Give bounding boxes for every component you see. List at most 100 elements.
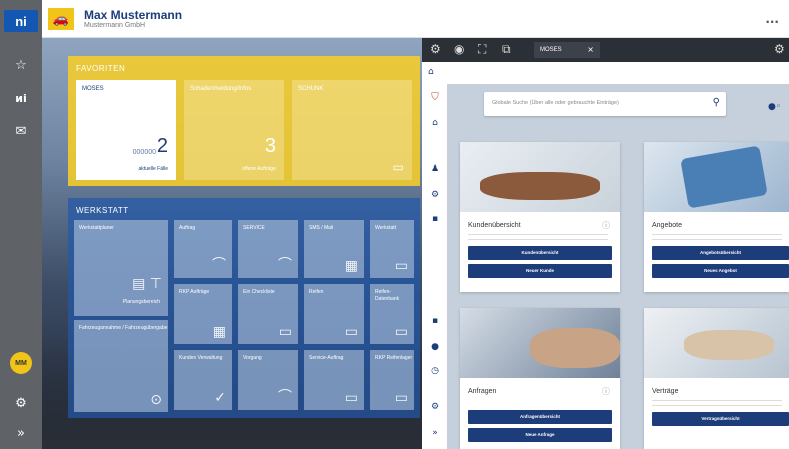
- neue-anfrage-button[interactable]: Neue Anfrage: [468, 428, 612, 442]
- werkstatt-tile[interactable]: Reifen-Datenbank ▭: [370, 284, 414, 344]
- ni-icon[interactable]: ᴎi: [0, 92, 42, 105]
- global-search: Globale Suche (Über alle oder gebrauchte…: [484, 92, 726, 116]
- werkstatt-tile[interactable]: SMS / Mail ▦: [304, 220, 364, 278]
- werkstatt-title: WERKSTATT: [76, 206, 129, 215]
- tile-icon: ▭: [344, 390, 358, 406]
- star-icon[interactable]: ☆: [0, 58, 42, 73]
- tile-icon: ▭: [394, 258, 408, 274]
- tile-title: Werkstatt: [375, 225, 397, 231]
- tab-label: MOSES: [540, 47, 562, 53]
- werkstatt-tile[interactable]: Reifen ▭: [304, 284, 364, 344]
- werkstatt-tile[interactable]: Ein Checkliste ▭: [238, 284, 298, 344]
- kundenuebersicht-button[interactable]: Kundenübersicht: [468, 246, 612, 260]
- tile-icon: ▭: [344, 324, 358, 340]
- tile-icon: ▭: [394, 324, 408, 340]
- clock-icon[interactable]: ◷: [422, 366, 448, 376]
- favorite-tile-moses[interactable]: MOSES 000000 2 aktuelle Fälle: [76, 80, 176, 180]
- laptop-image: [460, 308, 620, 378]
- info-icon[interactable]: ◉: [454, 42, 464, 56]
- settings-icon[interactable]: ⚙: [430, 42, 441, 56]
- tile-title: Auftrag: [179, 225, 196, 231]
- mail-icon[interactable]: ✉: [0, 124, 42, 139]
- card-description: [652, 234, 782, 240]
- werkstatt-tile[interactable]: Werkstatt ▭: [370, 220, 414, 278]
- help-icon[interactable]: ⓘ: [602, 386, 610, 397]
- left-rail: ni ☆ ᴎi ✉ MM ⚙ »: [0, 0, 42, 449]
- neues-angebot-button[interactable]: Neues Angebot: [652, 264, 789, 278]
- tile-title: Service-Auftrag: [309, 355, 344, 361]
- user-name: Max Mustermann: [84, 8, 183, 22]
- folder-icon[interactable]: ▪: [422, 316, 448, 326]
- werkstatt-tile[interactable]: Service-Auftrag ▭: [304, 350, 364, 410]
- tile-count: 3: [264, 135, 276, 157]
- tile-title: RKP Reifenlager: [375, 355, 413, 361]
- werkstatt-tile[interactable]: Werkstattplaner ▤ ⊤ Planungsbereich: [74, 220, 168, 316]
- neuer-kunde-button[interactable]: Neuer Kunde: [468, 264, 612, 278]
- expand-icon[interactable]: »: [0, 426, 42, 441]
- gear-icon[interactable]: ⚙: [422, 190, 448, 200]
- help-icon[interactable]: ⓘ: [602, 220, 610, 231]
- tile-title: SMS / Mail: [309, 225, 334, 231]
- search-icon[interactable]: ⚲: [713, 97, 720, 108]
- werkstatt-tile[interactable]: Vorgang ⌒: [238, 350, 298, 410]
- favorite-tile-schunk[interactable]: SCHUNK ▭: [292, 80, 412, 180]
- tile-title: Fahrzeugannahme / Fahrzeugübergabe: [79, 325, 168, 331]
- card-kundenuebersicht: Kundenübersicht ⓘ Kundenübersicht Neuer …: [460, 142, 620, 292]
- settings-icon[interactable]: ⚙: [422, 402, 448, 412]
- app-logo[interactable]: ni: [4, 10, 38, 32]
- gear-icon[interactable]: ⚙: [0, 396, 42, 411]
- tile-title: Kunden Verwaltung: [179, 355, 223, 361]
- vertragsuebersicht-button[interactable]: Vertragsübersicht: [652, 412, 789, 426]
- card-title: Anfragen: [468, 388, 497, 395]
- tile-icon: ✓: [214, 390, 226, 406]
- person-icon[interactable]: ♟: [422, 164, 448, 174]
- werkstatt-tile[interactable]: Auftrag ⌒: [174, 220, 232, 278]
- home-icon[interactable]: ⌂: [422, 118, 448, 128]
- tile-icon: ⌒: [278, 389, 292, 405]
- tile-title: MOSES: [82, 86, 104, 92]
- werkstatt-tile[interactable]: RKP Reifenlager ▭: [370, 350, 414, 410]
- tile-title: RKP Aufträge: [179, 289, 210, 295]
- close-icon[interactable]: ×: [587, 45, 594, 54]
- tile-title: SCHUNK: [298, 86, 324, 92]
- top-bar: 🚗 Max Mustermann Mustermann GmbH ...: [42, 0, 789, 38]
- tab-moses[interactable]: MOSES ×: [534, 42, 600, 58]
- tile-icon: ▭: [394, 390, 408, 406]
- tile-icon: ⊙: [150, 392, 162, 408]
- werkstatt-tile[interactable]: SERVICE ⌒: [238, 220, 298, 278]
- company-name: Mustermann GmbH: [84, 22, 146, 29]
- werkstatt-tile[interactable]: Kunden Verwaltung ✓: [174, 350, 232, 410]
- werkstatt-tile[interactable]: Fahrzeugannahme / Fahrzeugübergabe ⊙: [74, 320, 168, 412]
- tile-title: Reifen-Datenbank: [375, 289, 400, 302]
- card-description: [468, 234, 608, 240]
- tile-icon: ⌒: [278, 257, 292, 273]
- handshake-image: [460, 142, 620, 212]
- tile-title: SERVICE: [243, 225, 265, 231]
- favorite-tile-schaden[interactable]: Schadenmeldung/Infos 3 offene Aufträge: [184, 80, 284, 180]
- external-link-icon[interactable]: ⧉: [502, 42, 511, 57]
- more-icon[interactable]: ...: [765, 12, 779, 26]
- search-input[interactable]: Globale Suche (Über alle oder gebrauchte…: [492, 100, 619, 106]
- tile-title: Ein Checkliste: [243, 289, 275, 295]
- card-vertraege: Verträge Vertragsübersicht: [644, 308, 789, 449]
- angebotsuebersicht-button[interactable]: Angebotsübersicht: [652, 246, 789, 260]
- gear-icon[interactable]: ⚙: [774, 42, 785, 56]
- document-icon[interactable]: ▪: [422, 214, 448, 224]
- expand-icon[interactable]: »: [422, 428, 448, 438]
- tile-icon: ⌒: [212, 257, 226, 273]
- toggle-icon[interactable]: ●◦: [768, 102, 781, 112]
- tile-subtitle: Planungsbereich: [122, 299, 160, 305]
- car-icon[interactable]: 🚗: [48, 8, 74, 30]
- werkstatt-tile[interactable]: RKP Aufträge ▦: [174, 284, 232, 344]
- tile-title: Reifen: [309, 289, 324, 295]
- card-anfragen: Anfragen ⓘ Anfragenübersicht Neue Anfrag…: [460, 308, 620, 449]
- fullscreen-icon[interactable]: ⛶: [478, 42, 486, 57]
- pin-icon[interactable]: ●: [422, 342, 448, 352]
- tile-subtitle: offene Aufträge: [242, 166, 276, 172]
- shield-icon[interactable]: ⛉: [422, 92, 448, 103]
- panel-sidebar: ⛉ ⌂ ♟ ⚙ ▪ ▪ ● ◷ ⚙ »: [422, 84, 448, 449]
- anfragenuebersicht-button[interactable]: Anfragenübersicht: [468, 410, 612, 424]
- avatar[interactable]: MM: [10, 352, 32, 374]
- tile-title: Werkstattplaner: [79, 225, 114, 231]
- building-icon[interactable]: ⌂: [428, 67, 434, 77]
